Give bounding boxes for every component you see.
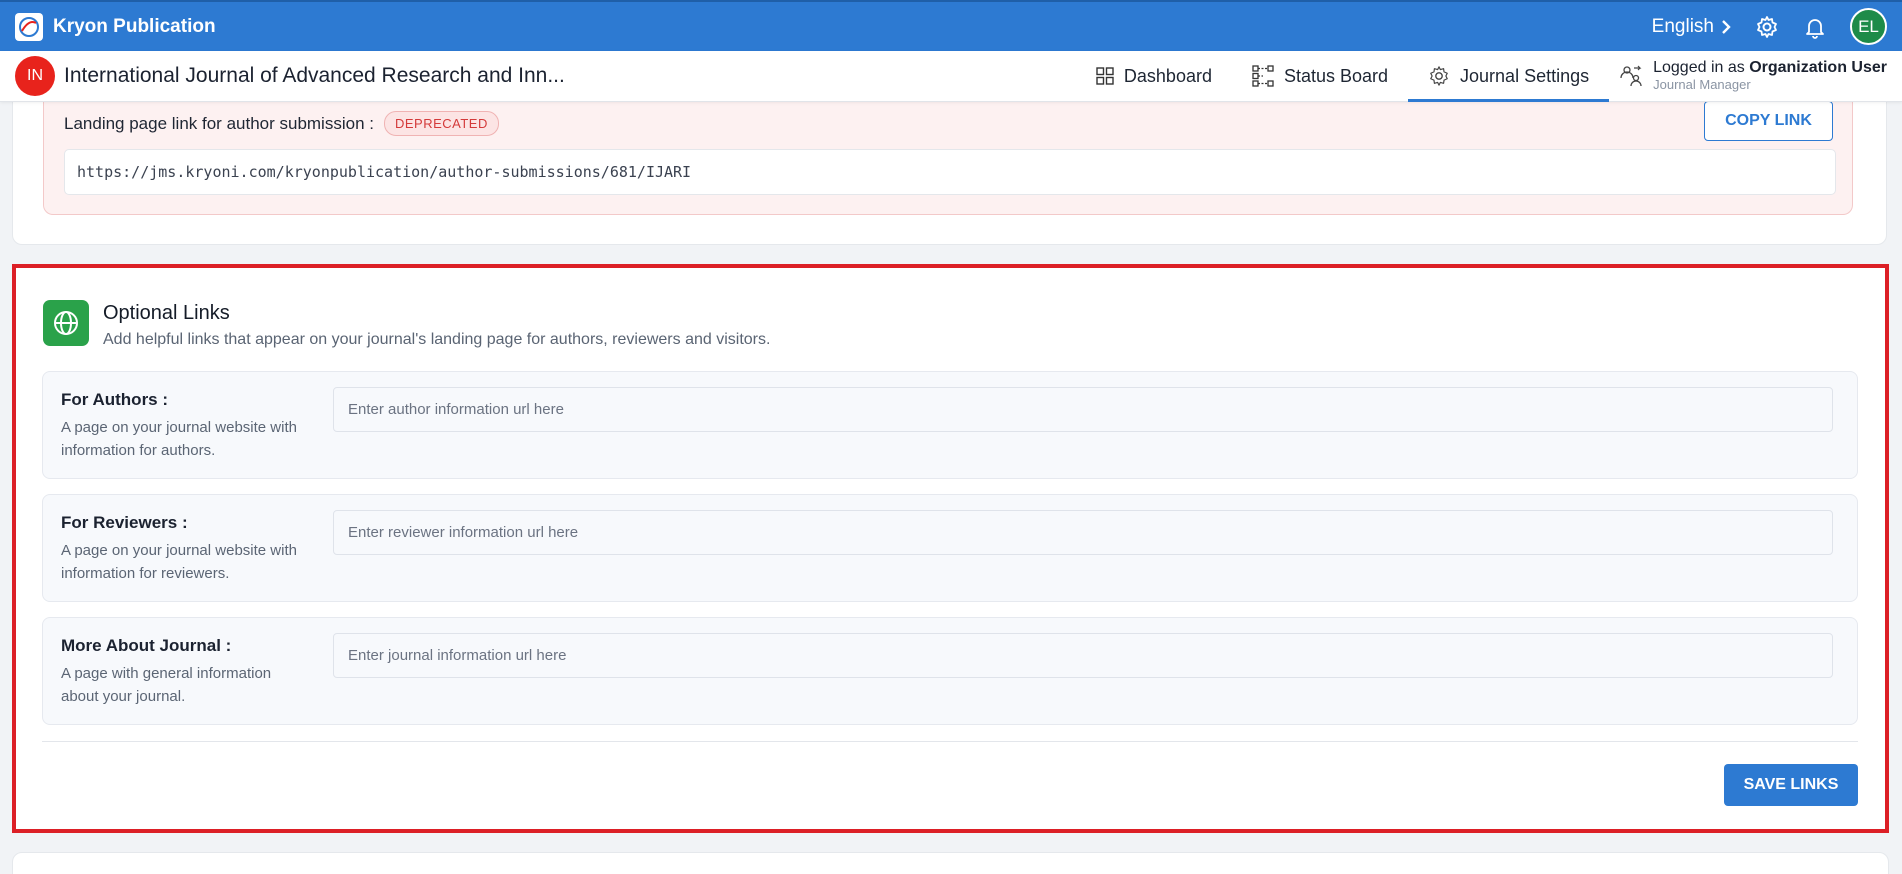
logged-user-role: Journal Manager bbox=[1653, 76, 1751, 92]
chevron-right-icon bbox=[1722, 19, 1731, 34]
journal-bar: IN International Journal of Advanced Res… bbox=[0, 51, 1902, 102]
reviewers-label: For Reviewers : bbox=[61, 513, 188, 532]
nav-dashboard[interactable]: Dashboard bbox=[1076, 51, 1232, 102]
journal-badge: IN bbox=[15, 56, 55, 96]
author-url-input[interactable] bbox=[333, 387, 1833, 432]
nav-dashboard-label: Dashboard bbox=[1123, 65, 1212, 86]
logged-user-name: Organization User bbox=[1749, 59, 1887, 77]
switch-user-icon bbox=[1620, 65, 1642, 87]
optional-links-title: Optional Links bbox=[103, 302, 230, 324]
reviewers-description: A page on your journal website with info… bbox=[61, 542, 297, 582]
deprecated-badge: DEPRECATED bbox=[383, 111, 499, 136]
nav-journal-settings[interactable]: Journal Settings bbox=[1408, 51, 1610, 102]
landing-url-field[interactable]: https://jms.kryoni.com/kryonpublication/… bbox=[64, 149, 1836, 195]
settings-gear-icon[interactable] bbox=[1754, 14, 1780, 40]
logged-in-user[interactable]: Logged in as Organization User Journal M… bbox=[1609, 51, 1887, 102]
deprecated-landing-box: Landing page link for author submission … bbox=[43, 89, 1853, 215]
nav-journal-settings-label: Journal Settings bbox=[1460, 65, 1590, 86]
save-links-button[interactable]: SAVE LINKS bbox=[1724, 764, 1858, 806]
bell-icon[interactable] bbox=[1802, 14, 1828, 40]
kryon-logo-icon bbox=[15, 12, 43, 41]
brand[interactable]: Kryon Publication bbox=[15, 12, 216, 41]
copy-link-button[interactable]: COPY LINK bbox=[1704, 101, 1833, 141]
main-nav: Dashboard Status Board Journal Settings … bbox=[1076, 51, 1887, 102]
app-header: Kryon Publication English EL bbox=[0, 0, 1902, 51]
divider bbox=[42, 741, 1858, 742]
journal-url-input[interactable] bbox=[333, 633, 1833, 678]
nav-status-board-label: Status Board bbox=[1283, 65, 1389, 86]
dashboard-grid-icon bbox=[1096, 67, 1114, 85]
journal-title: International Journal of Advanced Resear… bbox=[64, 64, 565, 87]
link-row-reviewers: For Reviewers : A page on your journal w… bbox=[42, 494, 1858, 602]
landing-link-label: Landing page link for author submission … bbox=[64, 111, 499, 136]
reviewer-url-input[interactable] bbox=[333, 510, 1833, 555]
user-avatar[interactable]: EL bbox=[1850, 8, 1887, 45]
authors-description: A page on your journal website with info… bbox=[61, 419, 297, 459]
link-row-journal: More About Journal : A page with general… bbox=[42, 617, 1858, 725]
authors-label: For Authors : bbox=[61, 390, 169, 409]
optional-links-subtitle: Add helpful links that appear on your jo… bbox=[103, 331, 771, 348]
journal-info-label: More About Journal : bbox=[61, 636, 232, 655]
app-title: Kryon Publication bbox=[53, 15, 216, 37]
optional-links-header: Optional Links Add helpful links that ap… bbox=[43, 300, 770, 349]
landing-link-text: Landing page link for author submission … bbox=[64, 113, 374, 133]
logged-prefix: Logged in as bbox=[1653, 59, 1750, 77]
optional-links-card: Optional Links Add helpful links that ap… bbox=[12, 264, 1889, 833]
next-card bbox=[12, 852, 1889, 874]
logged-in-line: Logged in as Organization User bbox=[1653, 59, 1887, 77]
gear-icon bbox=[1430, 66, 1448, 86]
landing-link-card: Landing page link for author submission … bbox=[12, 88, 1887, 245]
language-label: English bbox=[1651, 15, 1714, 37]
journal-info-description: A page with general information about yo… bbox=[61, 665, 272, 705]
language-selector[interactable]: English bbox=[1652, 16, 1732, 38]
link-row-authors: For Authors : A page on your journal web… bbox=[42, 371, 1858, 479]
nav-status-board[interactable]: Status Board bbox=[1232, 51, 1408, 102]
status-board-icon bbox=[1252, 65, 1274, 87]
globe-icon bbox=[43, 300, 89, 346]
